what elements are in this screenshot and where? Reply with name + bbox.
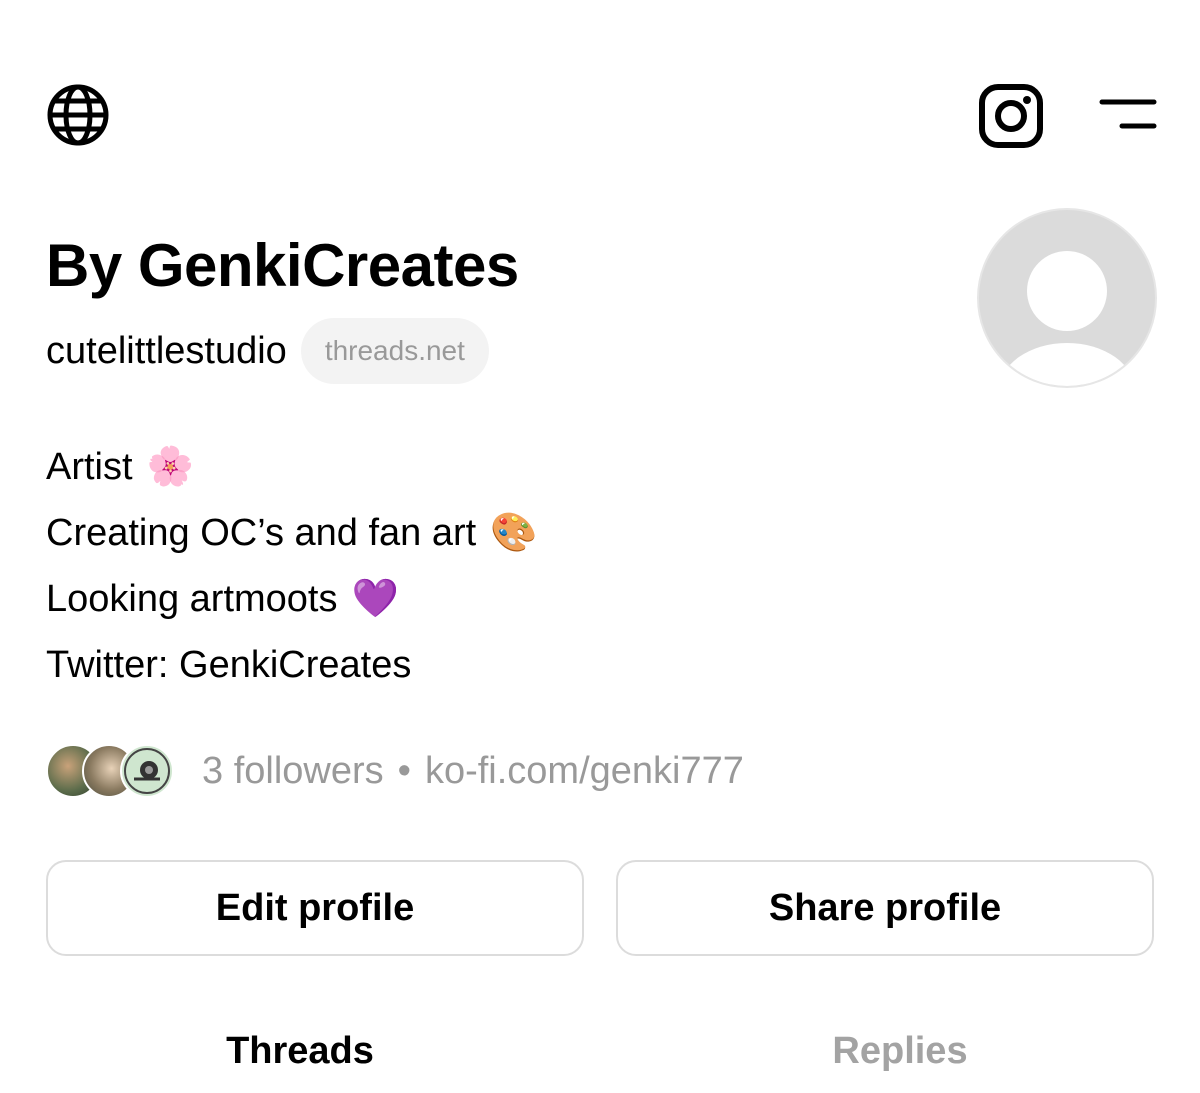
share-profile-button[interactable]: Share profile [616, 860, 1154, 956]
tab-replies[interactable]: Replies [623, 1018, 1177, 1084]
follower-avatar [120, 744, 174, 798]
follower-avatars[interactable] [46, 744, 176, 798]
edit-profile-button[interactable]: Edit profile [46, 860, 584, 956]
cherry-blossom-emoji: 🌸 [146, 446, 194, 488]
tab-threads[interactable]: Threads [23, 1018, 577, 1084]
bio-line-text: Looking artmoots [46, 578, 338, 620]
bio-line-1: Artist 🌸 [46, 434, 538, 500]
purple-heart-emoji: 💜 [351, 578, 399, 620]
menu-icon[interactable] [1098, 96, 1158, 136]
bio-line-4: Twitter: GenkiCreates [46, 632, 538, 698]
bio: Artist 🌸 Creating OC’s and fan art 🎨 Loo… [46, 434, 538, 698]
bio-line-2: Creating OC’s and fan art 🎨 [46, 500, 538, 566]
bio-line-3: Looking artmoots 💜 [46, 566, 538, 632]
profile-link[interactable]: ko-fi.com/genki777 [425, 750, 744, 792]
followers-meta: 3 followers • ko-fi.com/genki777 [202, 750, 744, 793]
separator-dot: • [397, 749, 411, 792]
profile-handle: cutelittlestudio [46, 329, 287, 372]
domain-badge[interactable]: threads.net [300, 318, 489, 384]
palette-emoji: 🎨 [490, 512, 538, 554]
bio-line-text: Twitter: GenkiCreates [46, 644, 412, 686]
bio-line-text: Creating OC’s and fan art [46, 512, 477, 554]
default-avatar-icon[interactable] [976, 207, 1158, 389]
handle-row: cutelittlestudio threads.net [46, 318, 489, 384]
bio-line-text: Artist [46, 446, 133, 488]
profile-display-name: By GenkiCreates [46, 232, 519, 299]
followers-row: 3 followers • ko-fi.com/genki777 [46, 740, 744, 802]
instagram-icon[interactable] [978, 83, 1044, 149]
globe-icon[interactable] [46, 83, 110, 147]
followers-count[interactable]: 3 followers [202, 750, 384, 792]
snail-icon [124, 748, 170, 794]
